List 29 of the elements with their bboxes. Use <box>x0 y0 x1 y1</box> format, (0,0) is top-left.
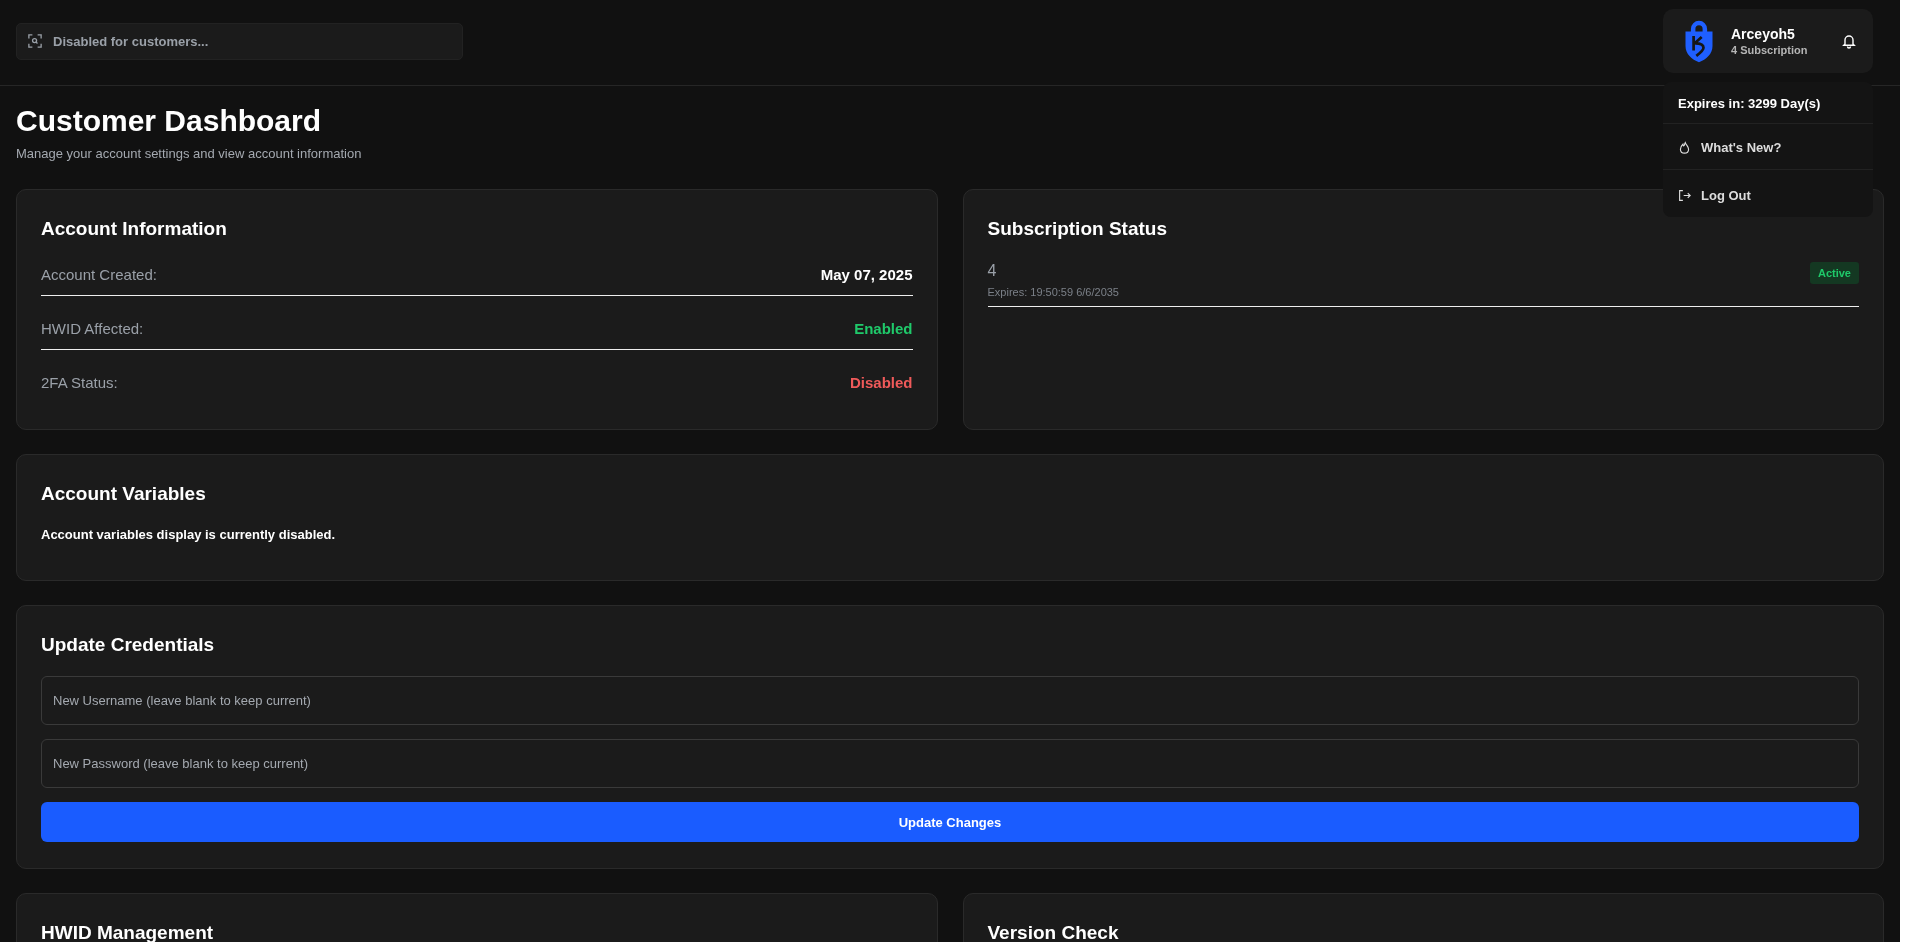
card-title: Update Credentials <box>41 634 216 656</box>
subscription-name: 4 <box>987 262 998 280</box>
menu-item[interactable]: What's New? <box>1663 124 1873 169</box>
info-value: Disabled <box>849 374 913 391</box>
card-title: Version Check <box>987 922 1120 942</box>
info-label: Account Created: <box>41 266 157 283</box>
info-value: May 07, 2025 <box>820 266 913 283</box>
subscription-expiry: Expires: 19:50:59 6/6/2035 <box>987 286 1119 298</box>
card-title: Account Variables <box>41 483 207 505</box>
update-button[interactable]: Update Changes <box>41 802 1859 842</box>
profile-card[interactable]: Arceyoh5 4 Subscription <box>1663 9 1873 73</box>
logout-icon <box>1678 189 1691 202</box>
page-subtitle: Manage your account settings and view account information <box>16 146 362 161</box>
username: Arceyoh5 <box>1731 26 1796 42</box>
notification-bell-icon[interactable] <box>1841 33 1857 49</box>
flame-icon <box>1678 141 1691 154</box>
search-field[interactable]: Disabled for customers... <box>16 23 463 60</box>
card-title: Subscription Status <box>987 218 1168 240</box>
status-badge: Active <box>1809 262 1859 284</box>
info-label: HWID Affected: <box>41 320 144 337</box>
variables-message: Account variables display is currently disabled. <box>41 527 337 542</box>
info-value: Enabled <box>854 320 913 337</box>
input-field[interactable]: New Username (leave blank to keep current) <box>41 676 1859 725</box>
card-title: Account Information <box>41 218 228 240</box>
info-label: 2FA Status: <box>41 374 118 391</box>
expiry-text: Expires in: 3299 Day(s) <box>1663 82 1873 124</box>
input-field[interactable]: New Password (leave blank to keep current) <box>41 739 1859 788</box>
subscription-count: 4 Subscription <box>1731 44 1809 56</box>
page-title: Customer Dashboard <box>16 104 322 138</box>
